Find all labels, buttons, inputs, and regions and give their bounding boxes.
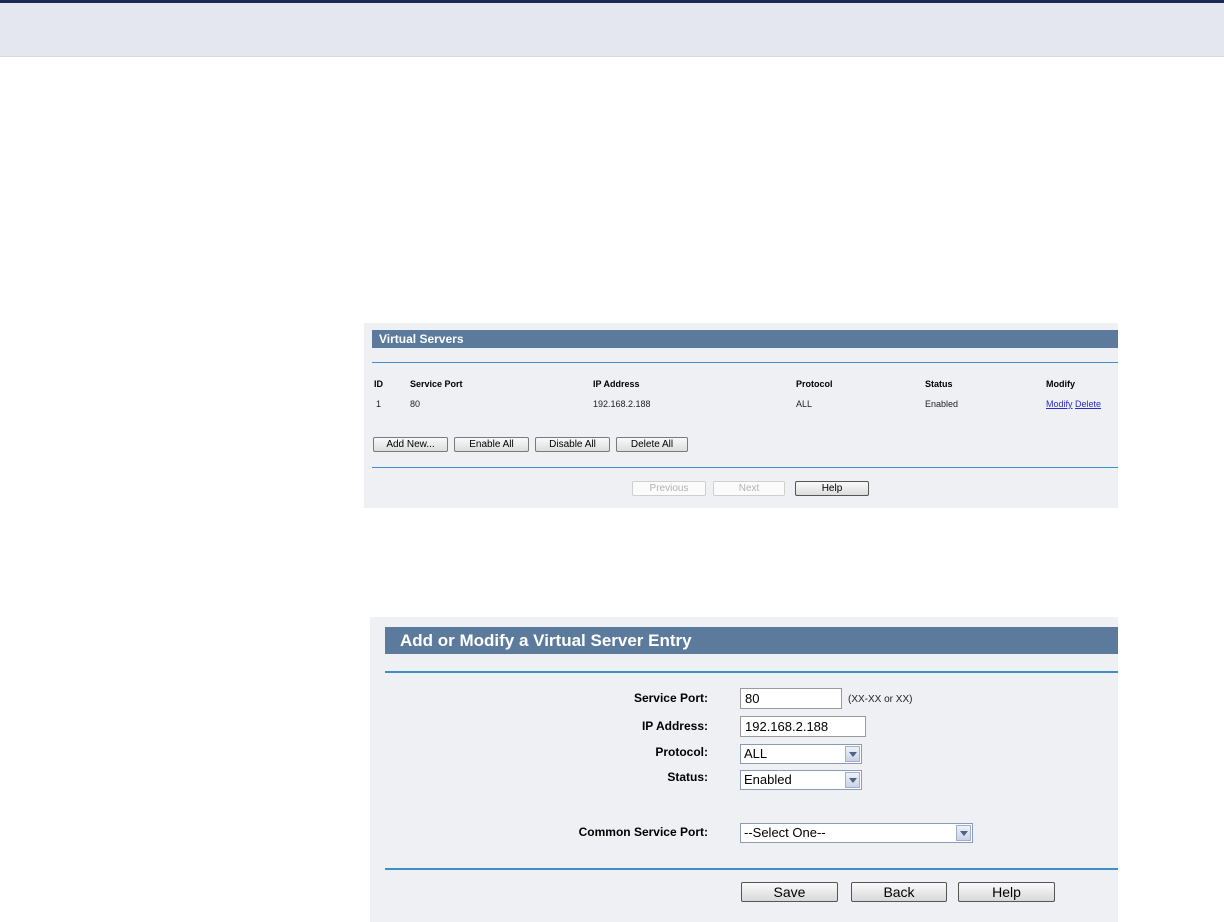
status-selected-value: Enabled [744,772,792,787]
cell-id: 1 [376,399,382,409]
column-header-status: Status [925,379,953,389]
divider [385,868,1118,870]
back-button[interactable]: Back [851,882,947,902]
enable-all-button[interactable]: Enable All [454,437,529,452]
cell-service-port: 80 [410,399,421,409]
modify-actions: Modify Delete [1046,399,1101,409]
service-port-hint: (XX-XX or XX) [848,694,913,705]
column-header-ip-address: IP Address [593,379,640,389]
delete-link[interactable]: Delete [1075,399,1101,409]
ip-address-label: IP Address: [641,719,708,733]
protocol-label: Protocol: [655,745,708,759]
cell-protocol: ALL [796,399,813,409]
virtual-servers-panel: Virtual Servers ID Service Port IP Addre… [364,323,1118,508]
delete-all-button[interactable]: Delete All [616,437,688,452]
column-header-service-port: Service Port [410,379,463,389]
cell-ip-address: 192.168.2.188 [593,399,651,409]
protocol-select[interactable]: ALL [740,744,862,764]
divider [372,362,1118,363]
cell-status: Enabled [925,399,959,409]
column-header-modify: Modify [1046,379,1075,389]
help-button[interactable]: Help [795,481,869,496]
column-header-protocol: Protocol [796,379,833,389]
entry-form-title: Add or Modify a Virtual Server Entry [385,627,1118,654]
save-button[interactable]: Save [741,882,838,902]
service-port-label: Service Port: [633,691,708,705]
help-button[interactable]: Help [958,882,1055,902]
common-service-port-label: Common Service Port: [578,825,708,839]
modify-link[interactable]: Modify [1046,399,1073,409]
disable-all-button[interactable]: Disable All [535,437,610,452]
common-service-port-selected-value: --Select One-- [744,825,826,840]
virtual-servers-title: Virtual Servers [372,330,1118,348]
chevron-down-icon[interactable] [845,772,860,788]
divider [372,467,1118,468]
page-header [0,3,1224,57]
common-service-port-select[interactable]: --Select One-- [740,823,973,843]
column-header-id: ID [374,379,383,389]
divider [385,671,1118,673]
virtual-server-entry-panel: Add or Modify a Virtual Server Entry Ser… [370,617,1118,922]
chevron-down-icon[interactable] [845,746,860,762]
status-select[interactable]: Enabled [740,770,862,790]
service-port-input[interactable] [740,688,842,709]
next-button[interactable]: Next [713,481,785,496]
protocol-selected-value: ALL [744,746,768,761]
previous-button[interactable]: Previous [632,481,706,496]
chevron-down-icon[interactable] [956,825,971,841]
status-label: Status: [667,770,708,784]
add-new-button[interactable]: Add New... [373,437,448,452]
ip-address-input[interactable] [740,716,866,737]
